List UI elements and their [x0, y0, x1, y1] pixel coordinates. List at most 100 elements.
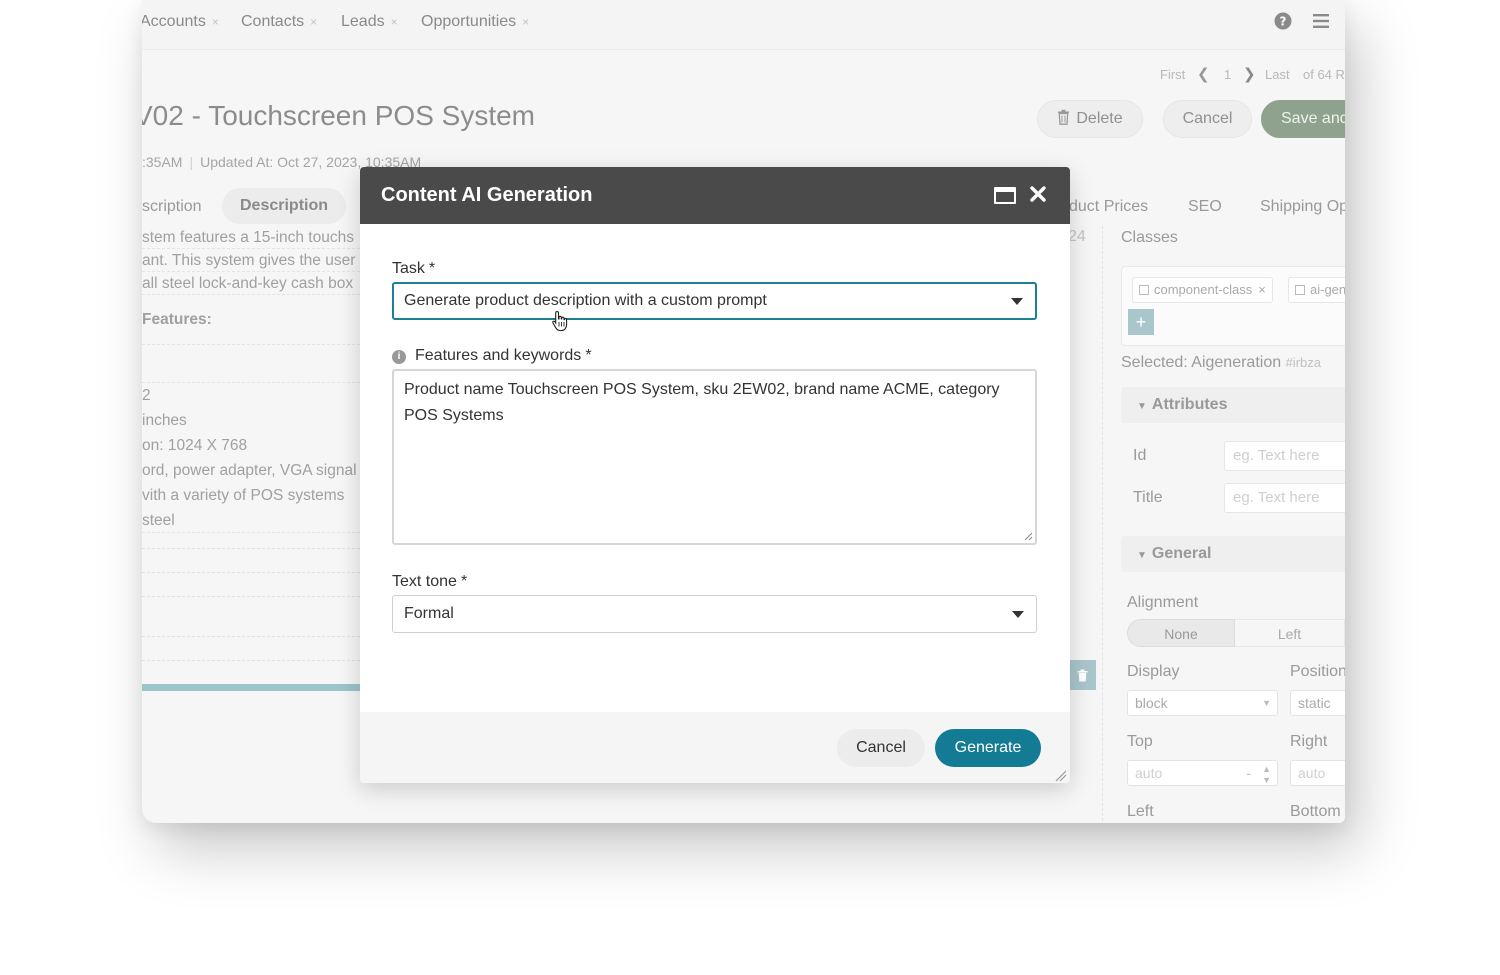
description-line: on: 1024 X 768: [142, 437, 248, 454]
description-line: steel: [142, 508, 360, 533]
description-line: all steel lock-and-key cash box: [142, 272, 360, 295]
description-line: ord, power adapter, VGA signal: [142, 462, 357, 479]
question-circle-icon[interactable]: ?: [1274, 12, 1292, 35]
section-label: Attributes: [1151, 396, 1228, 413]
features-keywords-textarea[interactable]: Product name Touchscreen POS System, sku…: [392, 369, 1037, 545]
svg-text:?: ?: [1280, 15, 1287, 29]
close-icon[interactable]: [1030, 181, 1046, 207]
top-navigation: Accounts × Contacts × Leads × Opportunities…: [142, 0, 1345, 50]
description-line: vith a variety of POS systems: [142, 487, 345, 504]
text-tone-value: Formal: [404, 605, 454, 622]
save-and-button[interactable]: Save and: [1261, 100, 1345, 138]
tab-seo[interactable]: SEO: [1188, 198, 1222, 216]
partial-text: 24: [1068, 228, 1086, 245]
title-label: Title: [1133, 489, 1163, 506]
nav-tab-label: Accounts: [142, 13, 206, 30]
selected-value: Aigeneration: [1191, 354, 1282, 371]
close-tab-icon[interactable]: ×: [391, 15, 398, 29]
nav-tab-contacts[interactable]: Contacts ×: [241, 13, 317, 31]
top-value: auto: [1135, 765, 1163, 781]
selected-id: #irbza: [1285, 355, 1321, 370]
trash-icon: [1077, 669, 1087, 682]
general-section[interactable]: ▼ General: [1121, 536, 1345, 572]
caret-down-icon: ▼: [1262, 698, 1271, 708]
content-ai-modal: Content AI Generation Task * Generate pro…: [360, 167, 1070, 783]
selected-label: Selected:: [1121, 354, 1188, 371]
add-class-button[interactable]: +: [1128, 309, 1154, 335]
task-label-text: Task: [392, 260, 425, 277]
id-label: Id: [1133, 447, 1147, 464]
tab-short-description[interactable]: scription: [142, 198, 202, 216]
right-label: Right: [1290, 733, 1328, 750]
editor-progress-bar: [142, 684, 360, 691]
delete-button[interactable]: Delete: [1037, 100, 1143, 138]
checkbox-icon[interactable]: [1295, 285, 1305, 295]
chevron-right-icon[interactable]: ❯: [1243, 65, 1256, 83]
hamburger-menu-icon[interactable]: [1312, 13, 1330, 34]
pager-current-page: 1: [1224, 67, 1232, 82]
tab-shipping-options[interactable]: Shipping Op: [1260, 198, 1345, 216]
delete-button-label: Delete: [1076, 110, 1123, 127]
attributes-section[interactable]: ▼ Attributes: [1121, 387, 1345, 423]
nav-tab-leads[interactable]: Leads ×: [341, 13, 398, 31]
selected-component: Selected: Aigeneration #irbza: [1121, 354, 1321, 372]
maximize-icon[interactable]: [994, 187, 1016, 204]
modal-resize-icon[interactable]: [1055, 770, 1067, 782]
generate-button[interactable]: Generate: [935, 729, 1041, 767]
resize-handle-icon[interactable]: [1023, 531, 1033, 541]
style-manager-panel: Classes component-class × ai-gen + Select…: [1102, 226, 1345, 823]
align-none-option[interactable]: None: [1127, 619, 1235, 647]
classes-box: component-class × ai-gen +: [1121, 266, 1345, 346]
stepper-icon[interactable]: ▲ ▼: [1262, 764, 1271, 786]
display-select[interactable]: block ▼: [1127, 690, 1278, 716]
cancel-button[interactable]: Cancel: [837, 729, 925, 767]
created-at-fragment: :35AM: [142, 154, 183, 170]
caret-down-icon: [1012, 611, 1024, 618]
description-line: 2: [142, 387, 151, 404]
browser-window: Accounts × Contacts × Leads × Opportunities…: [142, 0, 1345, 823]
divider: [142, 636, 360, 637]
nav-tab-accounts[interactable]: Accounts ×: [142, 13, 219, 31]
nav-tab-opportunities[interactable]: Opportunities ×: [421, 13, 529, 31]
id-input[interactable]: eg. Text here: [1224, 441, 1345, 471]
description-editor[interactable]: stem features a 15-inch touchs ant. This…: [142, 226, 360, 533]
left-label: Left: [1127, 803, 1154, 820]
unit-dash: -: [1246, 765, 1251, 781]
description-heading: Features:: [142, 295, 360, 345]
tab-product-prices[interactable]: duct Prices: [1069, 198, 1148, 216]
description-line: ant. This system gives the user: [142, 249, 360, 272]
top-label: Top: [1127, 733, 1153, 750]
tone-label-text: Text tone: [392, 573, 457, 590]
divider: [142, 572, 360, 573]
classes-label: Classes: [1121, 229, 1178, 246]
class-chip[interactable]: component-class ×: [1132, 277, 1273, 303]
tab-description[interactable]: Description: [222, 188, 347, 224]
title-input[interactable]: eg. Text here: [1224, 483, 1345, 513]
task-select[interactable]: Generate product description with a cust…: [392, 282, 1037, 320]
task-select-value: Generate product description with a cust…: [404, 292, 767, 309]
position-select[interactable]: static: [1290, 690, 1345, 716]
chevron-left-icon[interactable]: ❮: [1197, 65, 1210, 83]
cancel-record-button[interactable]: Cancel: [1163, 100, 1252, 138]
close-tab-icon[interactable]: ×: [522, 15, 529, 29]
checkbox-icon[interactable]: [1139, 285, 1149, 295]
class-chip-label: ai-gen: [1310, 282, 1345, 297]
record-title: V02 - Touchscreen POS System: [142, 100, 535, 131]
close-icon[interactable]: ×: [1258, 282, 1266, 297]
right-input[interactable]: auto: [1290, 760, 1345, 786]
nav-tab-label: Contacts: [241, 13, 305, 30]
top-input[interactable]: auto - ▲ ▼: [1127, 760, 1278, 786]
plus-icon: +: [1135, 312, 1147, 332]
close-tab-icon[interactable]: ×: [212, 15, 219, 29]
align-left-option[interactable]: Left: [1235, 619, 1345, 647]
divider: [142, 660, 360, 661]
features-label-text: Features and keywords: [415, 347, 582, 364]
task-label: Task *: [392, 260, 435, 278]
delete-block-button[interactable]: [1068, 660, 1096, 690]
close-tab-icon[interactable]: ×: [310, 15, 317, 29]
text-tone-select[interactable]: Formal: [392, 595, 1037, 633]
pager-first[interactable]: First: [1160, 67, 1185, 82]
class-chip[interactable]: ai-gen: [1288, 277, 1345, 303]
info-icon[interactable]: i: [392, 350, 406, 364]
pager-last[interactable]: Last: [1265, 67, 1290, 82]
